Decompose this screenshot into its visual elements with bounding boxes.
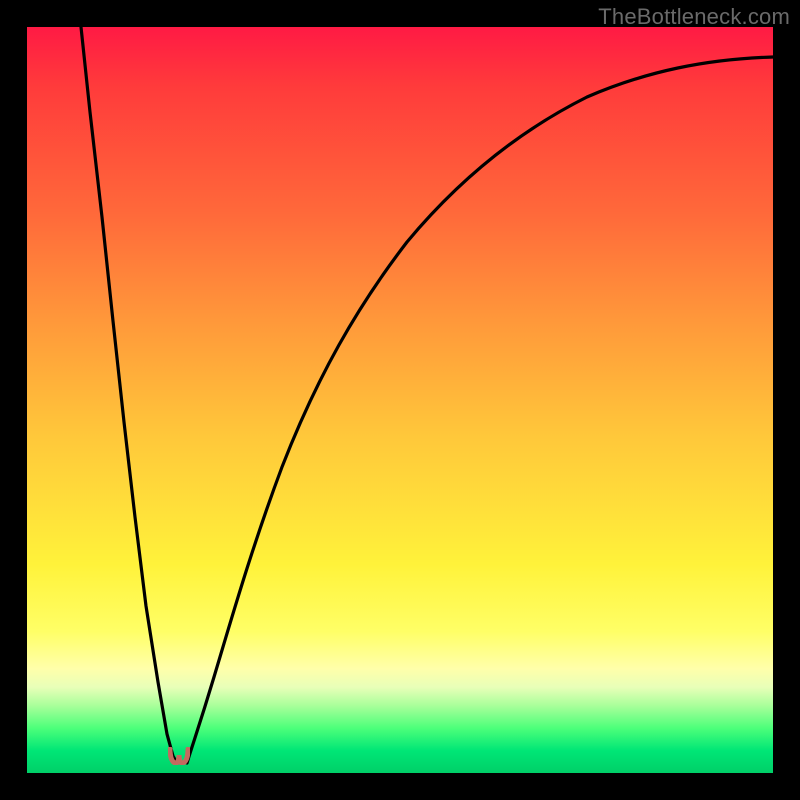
right-branch-line [187, 57, 773, 763]
watermark-text: TheBottleneck.com [598, 4, 790, 30]
chart-plot-area [27, 27, 773, 773]
minimum-marker [168, 747, 190, 765]
left-branch-line [81, 27, 177, 763]
curve-layer [27, 27, 773, 773]
